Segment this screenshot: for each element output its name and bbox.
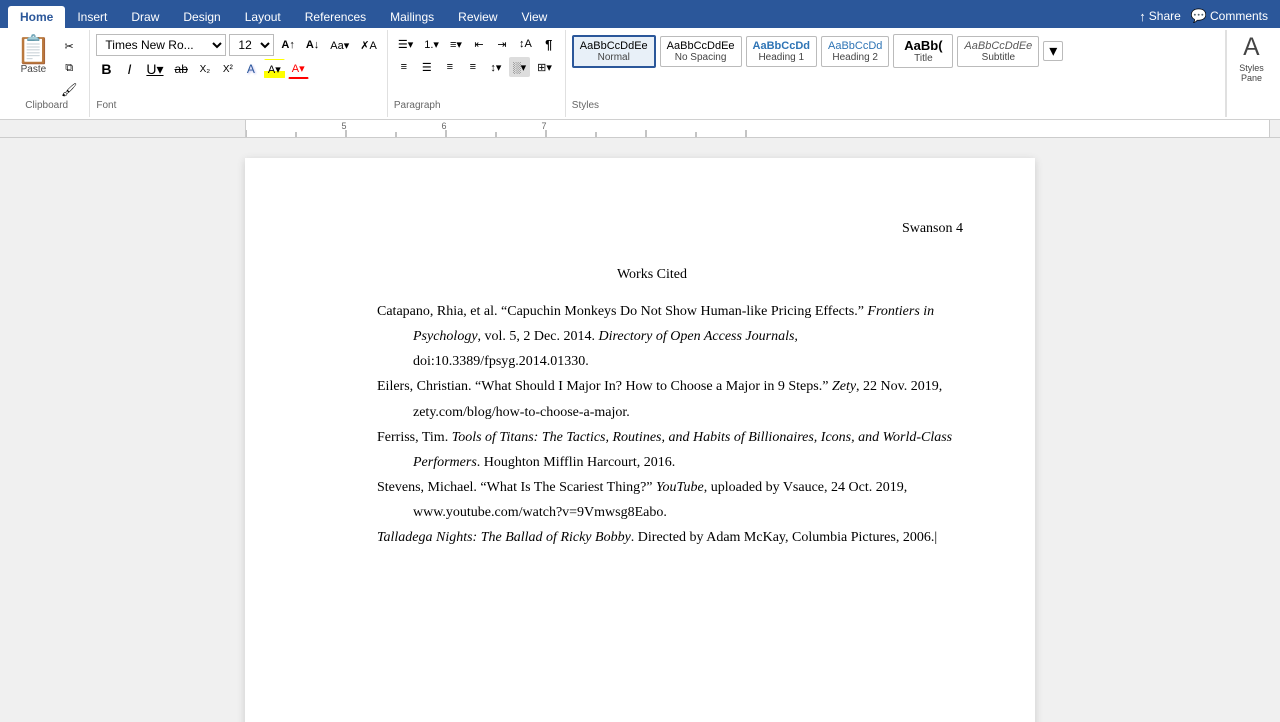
align-row: ≡ ☰ ≡ ≡ ↕▾ ░▾ ⊞▾ — [394, 57, 559, 77]
share-button[interactable]: ↑ Share — [1139, 9, 1181, 24]
justify-button[interactable]: ≡ — [463, 57, 483, 77]
clear-format-button[interactable]: ✗A — [356, 35, 381, 55]
citation-2: Eilers, Christian. “What Should I Major … — [377, 374, 963, 424]
multilevel-list-button[interactable]: ≡▾ — [446, 34, 466, 54]
decrease-indent-button[interactable]: ⇤ — [469, 34, 489, 54]
list-row: ☰▾ 1.▾ ≡▾ ⇤ ⇥ ↕A ¶ — [394, 34, 559, 54]
superscript-button[interactable]: X² — [218, 59, 238, 79]
font-family-select[interactable]: Times New Ro... — [96, 34, 226, 56]
sort-button[interactable]: ↕A — [515, 34, 536, 54]
comments-button[interactable]: 💬 Comments — [1191, 8, 1268, 24]
clipboard-label: Clipboard — [25, 100, 68, 113]
ruler: 5 6 7 — [0, 120, 1280, 138]
bullets-button[interactable]: ☰▾ — [394, 34, 417, 54]
text-effects-button[interactable]: A — [241, 59, 261, 79]
borders-button[interactable]: ⊞▾ — [533, 57, 556, 77]
align-left-button[interactable]: ≡ — [394, 57, 414, 77]
works-cited-title: Works Cited — [341, 264, 963, 286]
paste-icon: 📋 — [16, 36, 51, 64]
show-formatting-button[interactable]: ¶ — [539, 34, 559, 54]
numbering-button[interactable]: 1.▾ — [420, 34, 443, 54]
font-color-button[interactable]: A▾ — [288, 59, 309, 79]
cursor: | — [934, 530, 937, 545]
tab-home[interactable]: Home — [8, 6, 65, 28]
font-section-label: Font — [96, 100, 380, 113]
citation-1: Catapano, Rhia, et al. “Capuchin Monkeys… — [377, 299, 963, 375]
paragraph-section: ☰▾ 1.▾ ≡▾ ⇤ ⇥ ↕A ¶ ≡ ☰ ≡ ≡ ↕▾ ░▾ ⊞▾ Para… — [388, 30, 566, 117]
style-normal-button[interactable]: AaBbCcDdEe Normal — [572, 35, 656, 68]
document-page: Swanson 4 Works Cited Catapano, Rhia, et… — [245, 158, 1035, 722]
style-subtitle-button[interactable]: AaBbCcDdEe Subtitle — [957, 36, 1039, 67]
svg-text:5: 5 — [341, 121, 346, 131]
subscript-button[interactable]: X₂ — [195, 59, 215, 79]
ribbon-toolbar: 📋 Paste ✂ ⧉ 🖌 Clipboard Times New Ro... … — [0, 28, 1280, 120]
citation-5: Talladega Nights: The Ballad of Ricky Bo… — [377, 525, 963, 550]
tab-mailings[interactable]: Mailings — [378, 6, 446, 28]
line-spacing-button[interactable]: ↕▾ — [486, 57, 506, 77]
bold-button[interactable]: B — [96, 59, 116, 79]
styles-pane-label: Styles Pane — [1239, 63, 1264, 83]
styles-pane-icon: Ａ — [1240, 34, 1264, 63]
underline-button[interactable]: U▾ — [142, 59, 167, 79]
styles-section: AaBbCcDdEe Normal AaBbCcDdEe No Spacing … — [566, 30, 1226, 117]
font-size-select[interactable]: 12 10 11 14 16 — [229, 34, 274, 56]
ruler-inner: 5 6 7 — [245, 120, 1270, 137]
tab-review[interactable]: Review — [446, 6, 509, 28]
tab-draw[interactable]: Draw — [119, 6, 171, 28]
style-title-button[interactable]: AaBb( Title — [893, 34, 953, 68]
style-heading2-button[interactable]: AaBbCcDd Heading 2 — [821, 36, 889, 67]
increase-indent-button[interactable]: ⇥ — [492, 34, 512, 54]
align-right-button[interactable]: ≡ — [440, 57, 460, 77]
font-row2: B I U▾ ab X₂ X² A A▾ A▾ — [96, 59, 380, 79]
citation-3: Ferriss, Tim. Tools of Titans: The Tacti… — [377, 425, 963, 475]
paste-label: Paste — [21, 64, 47, 75]
paragraph-label: Paragraph — [394, 100, 559, 113]
change-case-button[interactable]: Aa▾ — [326, 35, 353, 55]
style-heading1-button[interactable]: AaBbCcDd Heading 1 — [746, 36, 817, 67]
citation-4: Stevens, Michael. “What Is The Scariest … — [377, 475, 963, 525]
svg-text:7: 7 — [541, 121, 546, 131]
styles-section-label: Styles — [572, 100, 1219, 113]
styles-gallery: AaBbCcDdEe Normal AaBbCcDdEe No Spacing … — [572, 34, 1219, 68]
subtitle-label: Subtitle — [964, 52, 1032, 63]
styles-pane-button[interactable]: Ａ Styles Pane — [1226, 30, 1276, 117]
align-center-button[interactable]: ☰ — [417, 57, 437, 77]
font-row1: Times New Ro... 12 10 11 14 16 A↑ A↓ Aa▾… — [96, 34, 380, 56]
tab-layout[interactable]: Layout — [233, 6, 293, 28]
tab-references[interactable]: References — [293, 6, 378, 28]
paste-button[interactable]: 📋 Paste — [12, 34, 55, 77]
ribbon-tabs-bar: Home Insert Draw Design Layout Reference… — [0, 0, 1280, 28]
document-area: Swanson 4 Works Cited Catapano, Rhia, et… — [0, 138, 1280, 722]
shading-button[interactable]: ░▾ — [509, 57, 530, 77]
svg-text:6: 6 — [441, 121, 446, 131]
tab-insert[interactable]: Insert — [65, 6, 119, 28]
strikethrough-button[interactable]: ab — [171, 59, 192, 79]
format-painter-button[interactable]: 🖌 — [57, 80, 82, 100]
copy-button[interactable]: ⧉ — [57, 58, 82, 78]
italic-button[interactable]: I — [119, 59, 139, 79]
style-nospacing-button[interactable]: AaBbCcDdEe No Spacing — [660, 36, 742, 67]
highlight-color-button[interactable]: A▾ — [264, 59, 285, 79]
ribbon-tabs: Home Insert Draw Design Layout Reference… — [0, 0, 559, 28]
decrease-font-button[interactable]: A↓ — [302, 35, 323, 55]
share-icon: ↑ — [1139, 9, 1146, 24]
paste-section: 📋 Paste ✂ ⧉ 🖌 Clipboard — [4, 30, 90, 117]
tab-view[interactable]: View — [510, 6, 560, 28]
font-section: Times New Ro... 12 10 11 14 16 A↑ A↓ Aa▾… — [90, 30, 387, 117]
more-styles-button[interactable]: ▾ — [1043, 41, 1063, 61]
cut-button[interactable]: ✂ — [57, 36, 82, 56]
increase-font-button[interactable]: A↑ — [277, 35, 298, 55]
comments-icon: 💬 — [1191, 8, 1207, 24]
page-header: Swanson 4 — [341, 218, 963, 240]
tab-design[interactable]: Design — [171, 6, 232, 28]
